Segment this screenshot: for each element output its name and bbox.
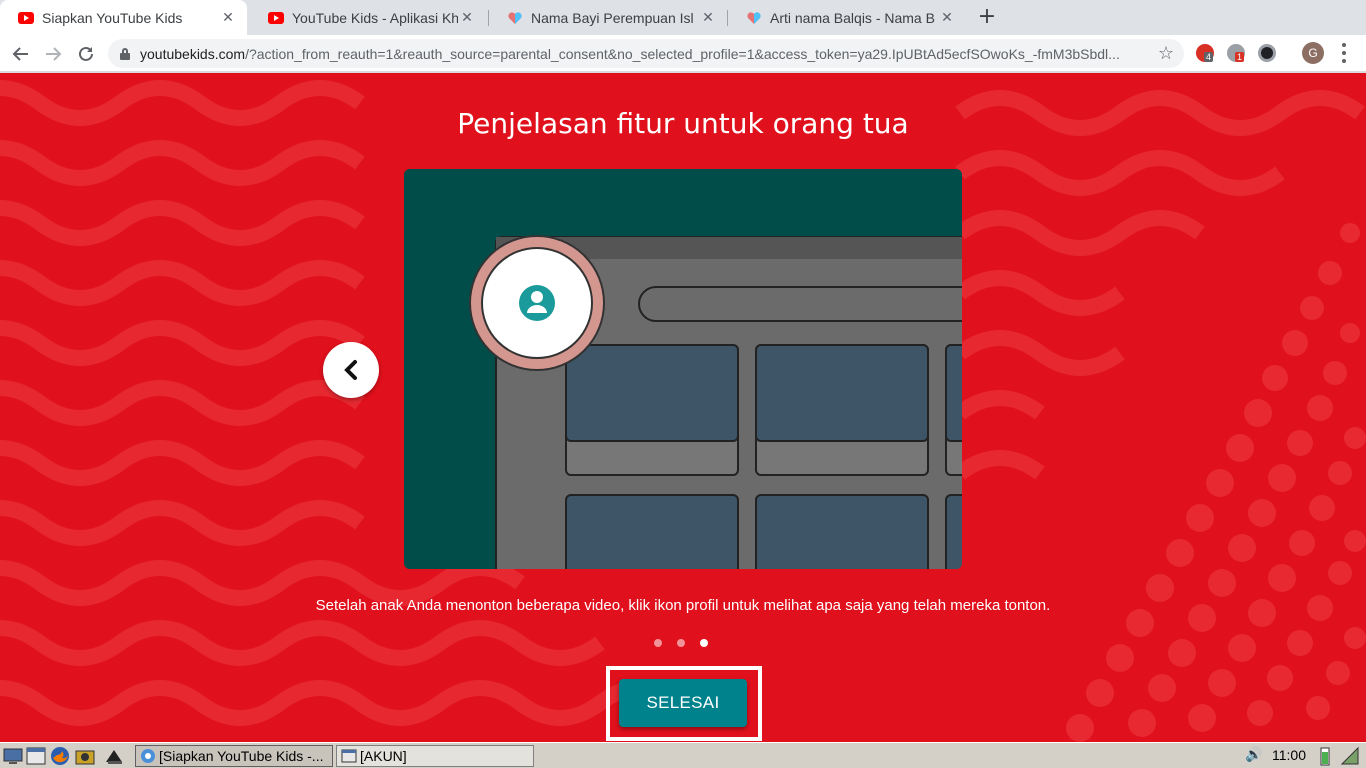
url-host: youtubekids.com <box>140 45 246 62</box>
extension-icon[interactable]: 1 <box>1227 44 1245 62</box>
close-icon[interactable]: ✕ <box>458 9 476 27</box>
volume-icon[interactable]: 🔊 <box>1245 747 1262 763</box>
arrow-left-icon <box>12 47 28 61</box>
youtube-kids-setup-page: Penjelasan fitur untuk orang tua Setelah… <box>0 73 1366 742</box>
done-button[interactable]: SELESAI <box>619 679 747 727</box>
forward-button[interactable] <box>40 41 66 67</box>
back-button[interactable] <box>8 41 34 67</box>
tab-title: YouTube Kids - Aplikasi Kh <box>292 9 458 26</box>
carousel-indicator <box>654 639 714 649</box>
taskbar-task-label: [Siapkan YouTube Kids -... <box>159 748 324 764</box>
reload-button[interactable] <box>73 41 99 67</box>
bookmark-star-icon[interactable]: ☆ <box>1158 43 1174 64</box>
tab-arti-nama-balqis[interactable]: Arti nama Balqis - Nama B ✕ <box>728 0 966 35</box>
tab-siapkan-youtube-kids[interactable]: Siapkan YouTube Kids ✕ <box>0 0 247 35</box>
youtube-icon <box>268 11 284 24</box>
show-desktop-icon[interactable] <box>3 746 23 766</box>
heart-icon <box>747 11 761 24</box>
battery-icon[interactable] <box>1315 746 1335 766</box>
previous-slide-button[interactable] <box>323 342 379 398</box>
profile-avatar[interactable]: G <box>1302 42 1324 64</box>
reload-icon <box>79 46 93 61</box>
lock-icon <box>120 47 130 60</box>
window-icon[interactable] <box>26 746 46 766</box>
chevron-left-icon <box>344 360 357 380</box>
taskbar-task-label: [AKUN] <box>360 748 407 764</box>
address-bar[interactable]: youtubekids.com/?action_from_reauth=1&re… <box>108 39 1184 68</box>
new-tab-button[interactable]: + <box>976 6 998 28</box>
feature-description: Setelah anak Anda menonton beberapa vide… <box>315 597 1051 614</box>
taskbar-task-akun[interactable]: [AKUN] <box>336 745 534 767</box>
close-icon[interactable]: ✕ <box>699 9 717 27</box>
extension-badge: 1 <box>1235 52 1245 62</box>
close-icon[interactable]: ✕ <box>938 9 956 27</box>
taskbar: [Siapkan YouTube Kids -... [AKUN] 🔊 11:0… <box>0 742 1366 768</box>
arrow-right-icon <box>46 47 62 61</box>
tab-nama-bayi-perempuan[interactable]: Nama Bayi Perempuan Isl ✕ <box>489 0 727 35</box>
close-icon[interactable]: ✕ <box>219 9 237 27</box>
url-text[interactable]: youtubekids.com/?action_from_reauth=1&re… <box>140 46 1150 62</box>
carousel-dot-active[interactable] <box>700 639 708 647</box>
chrome-icon <box>141 749 155 763</box>
parent-feature-illustration <box>404 169 962 569</box>
feature-illustration-card <box>404 169 962 569</box>
carousel-dot[interactable] <box>654 639 662 647</box>
terminal-icon[interactable] <box>104 746 124 766</box>
file-manager-icon[interactable] <box>75 746 95 766</box>
extension-icon[interactable] <box>1258 44 1276 62</box>
network-icon[interactable] <box>1340 746 1360 766</box>
clock: 11:00 <box>1272 747 1306 763</box>
tab-title: Arti nama Balqis - Nama B <box>770 9 935 26</box>
page-title: Penjelasan fitur untuk orang tua <box>457 107 909 140</box>
window-icon <box>341 749 357 763</box>
url-path: /?action_from_reauth=1&reauth_source=par… <box>245 45 1120 62</box>
tab-youtube-kids-aplikasi[interactable]: YouTube Kids - Aplikasi Kh ✕ <box>250 0 486 35</box>
extension-badge: 4 <box>1204 52 1214 62</box>
menu-icon[interactable] <box>1340 43 1348 63</box>
tab-title: Siapkan YouTube Kids <box>42 9 183 26</box>
extension-icon[interactable]: 4 <box>1196 44 1214 62</box>
tab-strip: Siapkan YouTube Kids ✕ YouTube Kids - Ap… <box>0 0 1366 35</box>
firefox-icon[interactable] <box>50 746 70 766</box>
taskbar-task-browser[interactable]: [Siapkan YouTube Kids -... <box>135 745 333 767</box>
heart-icon <box>508 11 522 24</box>
youtube-icon <box>18 11 34 24</box>
browser-toolbar: youtubekids.com/?action_from_reauth=1&re… <box>0 35 1366 72</box>
carousel-dot[interactable] <box>677 639 685 647</box>
tab-title: Nama Bayi Perempuan Isl <box>531 9 694 26</box>
